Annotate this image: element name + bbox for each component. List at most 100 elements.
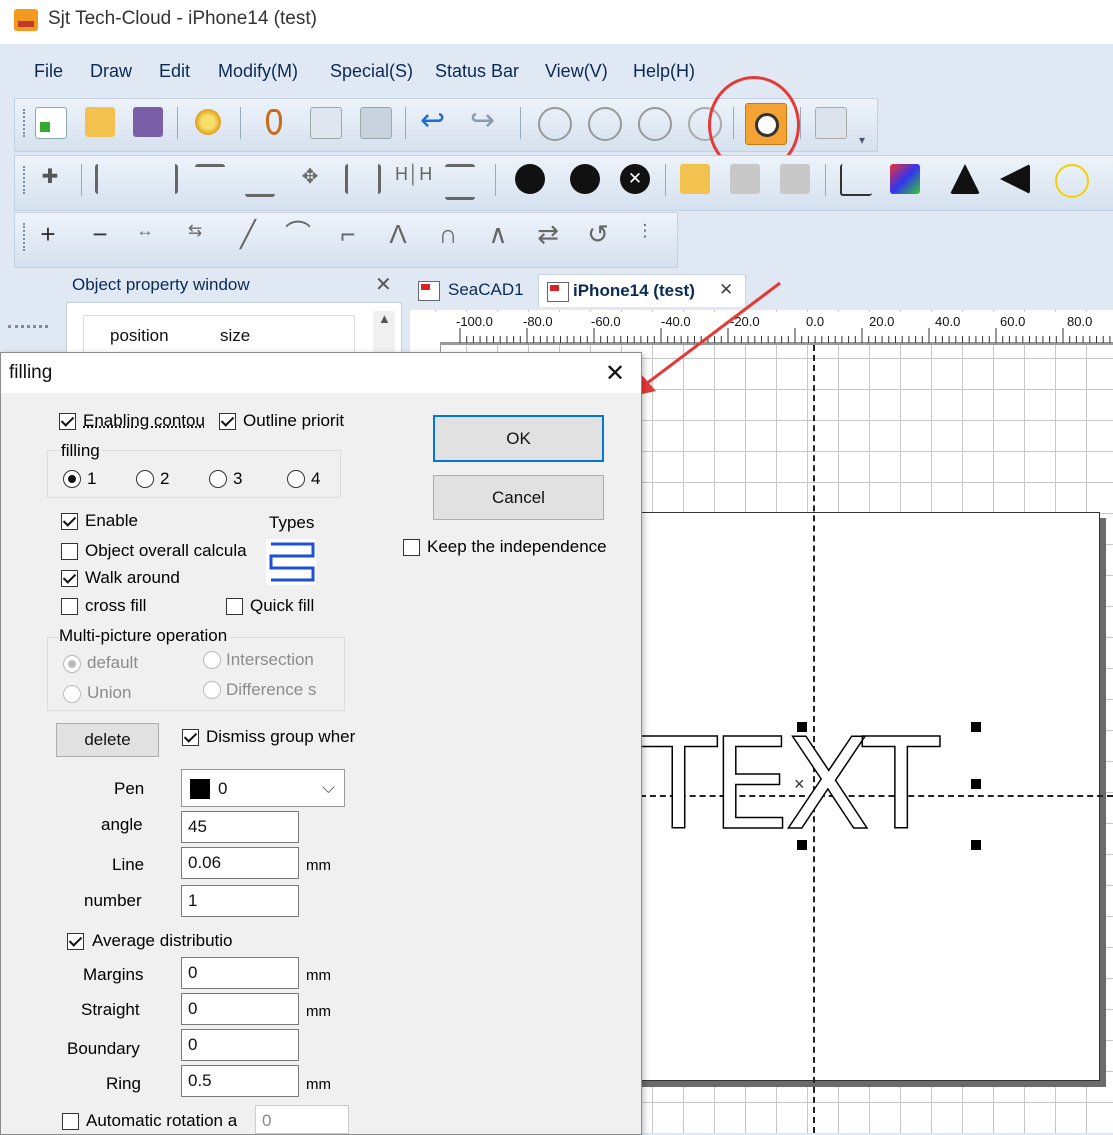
ok-button[interactable]: OK bbox=[433, 415, 604, 462]
open-folder-icon[interactable] bbox=[85, 107, 115, 137]
menu-status-bar[interactable]: Status Bar bbox=[435, 61, 519, 82]
quick-fill-checkbox[interactable] bbox=[226, 598, 243, 615]
mp-difference-radio[interactable] bbox=[203, 681, 221, 699]
fill-option-2-radio[interactable] bbox=[136, 470, 154, 488]
cross-fill-checkbox[interactable] bbox=[61, 598, 78, 615]
redo-icon[interactable]: ↪ bbox=[470, 106, 500, 137]
to-curve-icon[interactable]: ⌒ bbox=[283, 221, 313, 251]
lock-icon[interactable] bbox=[680, 164, 710, 194]
mp-union-radio[interactable] bbox=[63, 685, 81, 703]
boundary-input[interactable]: 0 bbox=[181, 1029, 299, 1061]
average-distribution-checkbox[interactable] bbox=[67, 933, 84, 950]
selection-handle[interactable] bbox=[971, 779, 981, 789]
cancel-button[interactable]: Cancel bbox=[433, 475, 604, 520]
fill-pattern-icon[interactable] bbox=[265, 538, 317, 586]
to-line-icon[interactable]: ╱ bbox=[233, 221, 263, 251]
circle-yellow-icon[interactable] bbox=[1055, 164, 1089, 198]
align-top-icon[interactable] bbox=[195, 164, 225, 197]
break-node-icon[interactable]: ⇆ bbox=[180, 221, 210, 251]
outline-priority-checkbox[interactable] bbox=[219, 413, 236, 430]
pen-select[interactable]: 0 ⌵ bbox=[181, 769, 345, 807]
align-right-icon[interactable] bbox=[145, 164, 178, 194]
tab-seacad1[interactable]: SeaCAD1 bbox=[410, 274, 534, 306]
scroll-up-icon[interactable]: ▲ bbox=[378, 311, 391, 326]
unlock-all-icon[interactable] bbox=[780, 164, 810, 194]
menu-special[interactable]: Special(S) bbox=[330, 61, 413, 82]
toolbar-grip[interactable] bbox=[23, 109, 28, 137]
selection-handle[interactable] bbox=[971, 722, 981, 732]
mp-intersection-radio[interactable] bbox=[203, 651, 221, 669]
toolbar-overflow-icon[interactable]: ▾ bbox=[859, 133, 871, 147]
zoom-selection-icon[interactable] bbox=[588, 107, 622, 141]
menu-help[interactable]: Help(H) bbox=[633, 61, 695, 82]
enable-checkbox[interactable] bbox=[61, 513, 78, 530]
array-copy-icon[interactable] bbox=[815, 107, 847, 139]
add-node-icon[interactable]: + bbox=[33, 221, 63, 251]
number-input[interactable]: 1 bbox=[181, 885, 299, 917]
smooth-curve-icon[interactable]: ∧ bbox=[483, 221, 513, 251]
distribute-horizontal-icon[interactable] bbox=[345, 164, 381, 194]
close-curve-icon[interactable]: ↺ bbox=[583, 221, 613, 251]
reverse-direction-icon[interactable]: ⇄ bbox=[533, 221, 563, 251]
zoom-all-icon[interactable] bbox=[638, 107, 672, 141]
menu-view[interactable]: View(V) bbox=[545, 61, 608, 82]
selection-handle[interactable] bbox=[797, 722, 807, 732]
menu-edit[interactable]: Edit bbox=[159, 61, 190, 82]
weld-icon[interactable] bbox=[515, 164, 545, 194]
dismiss-group-checkbox[interactable] bbox=[182, 729, 199, 746]
menu-file[interactable]: File bbox=[34, 61, 63, 82]
cusp-node-icon[interactable]: Λ bbox=[383, 221, 413, 251]
menu-modify[interactable]: Modify(M) bbox=[218, 61, 298, 82]
copy-icon[interactable] bbox=[310, 107, 342, 139]
text-object[interactable]: TEXT × bbox=[639, 721, 981, 850]
save-icon[interactable] bbox=[133, 107, 163, 137]
zoom-icon[interactable] bbox=[538, 107, 572, 141]
toolbar-grip[interactable] bbox=[23, 166, 28, 194]
menu-draw[interactable]: Draw bbox=[90, 61, 132, 82]
settings-gear-icon[interactable] bbox=[193, 107, 223, 137]
mirror-vertical-icon[interactable] bbox=[950, 164, 980, 194]
mirror-horizontal-icon[interactable] bbox=[1000, 164, 1030, 194]
selection-handle[interactable] bbox=[797, 840, 807, 850]
align-center-icon[interactable]: ✥ bbox=[295, 164, 325, 194]
cut-icon[interactable] bbox=[260, 107, 290, 137]
corner-icon[interactable] bbox=[840, 164, 872, 196]
walk-around-checkbox[interactable] bbox=[61, 570, 78, 587]
equal-spacing-icon[interactable]: H│H bbox=[395, 164, 432, 194]
delete-node-icon[interactable]: − bbox=[85, 221, 115, 251]
property-panel-close-icon[interactable]: ✕ bbox=[375, 272, 392, 297]
center-icon[interactable]: ✚ bbox=[35, 164, 65, 194]
automatic-rotation-checkbox[interactable] bbox=[62, 1113, 79, 1130]
fill-option-4-radio[interactable] bbox=[287, 470, 305, 488]
symmetric-node-icon[interactable]: ∩ bbox=[433, 221, 463, 251]
smooth-node-icon[interactable]: ⌐ bbox=[333, 221, 363, 251]
align-left-icon[interactable] bbox=[95, 164, 128, 194]
fill-option-3-radio[interactable] bbox=[209, 470, 227, 488]
panel-grip[interactable] bbox=[8, 325, 48, 350]
angle-input[interactable]: 45 bbox=[181, 811, 299, 843]
margins-input[interactable]: 0 bbox=[181, 957, 299, 989]
automatic-rotation-input[interactable]: 0 bbox=[255, 1105, 349, 1134]
fill-option-1-radio[interactable] bbox=[63, 470, 81, 488]
keep-independence-checkbox[interactable] bbox=[403, 539, 420, 556]
unlock-icon[interactable] bbox=[730, 164, 760, 194]
ring-input[interactable]: 0.5 bbox=[181, 1065, 299, 1097]
dialog-close-icon[interactable]: ✕ bbox=[605, 359, 625, 388]
toolbar-grip[interactable] bbox=[23, 223, 28, 251]
undo-icon[interactable]: ↩ bbox=[420, 106, 450, 137]
object-overall-checkbox[interactable] bbox=[61, 543, 78, 560]
line-spacing-input[interactable]: 0.06 bbox=[181, 847, 299, 879]
straight-input[interactable]: 0 bbox=[181, 993, 299, 1025]
selection-handle[interactable] bbox=[971, 840, 981, 850]
join-nodes-icon[interactable]: ↔ bbox=[130, 221, 160, 251]
paste-icon[interactable] bbox=[360, 107, 392, 139]
delete-button[interactable]: delete bbox=[56, 723, 159, 757]
intersect-icon[interactable] bbox=[570, 164, 600, 194]
mp-default-radio[interactable] bbox=[63, 655, 81, 673]
distribute-vertical-icon[interactable] bbox=[445, 164, 475, 200]
align-bottom-icon[interactable] bbox=[245, 164, 275, 197]
start-point-icon[interactable]: ⋮ bbox=[630, 221, 660, 251]
new-file-icon[interactable] bbox=[35, 107, 67, 139]
enabling-contour-checkbox[interactable] bbox=[59, 413, 76, 430]
trim-icon[interactable]: ✕ bbox=[620, 164, 650, 194]
